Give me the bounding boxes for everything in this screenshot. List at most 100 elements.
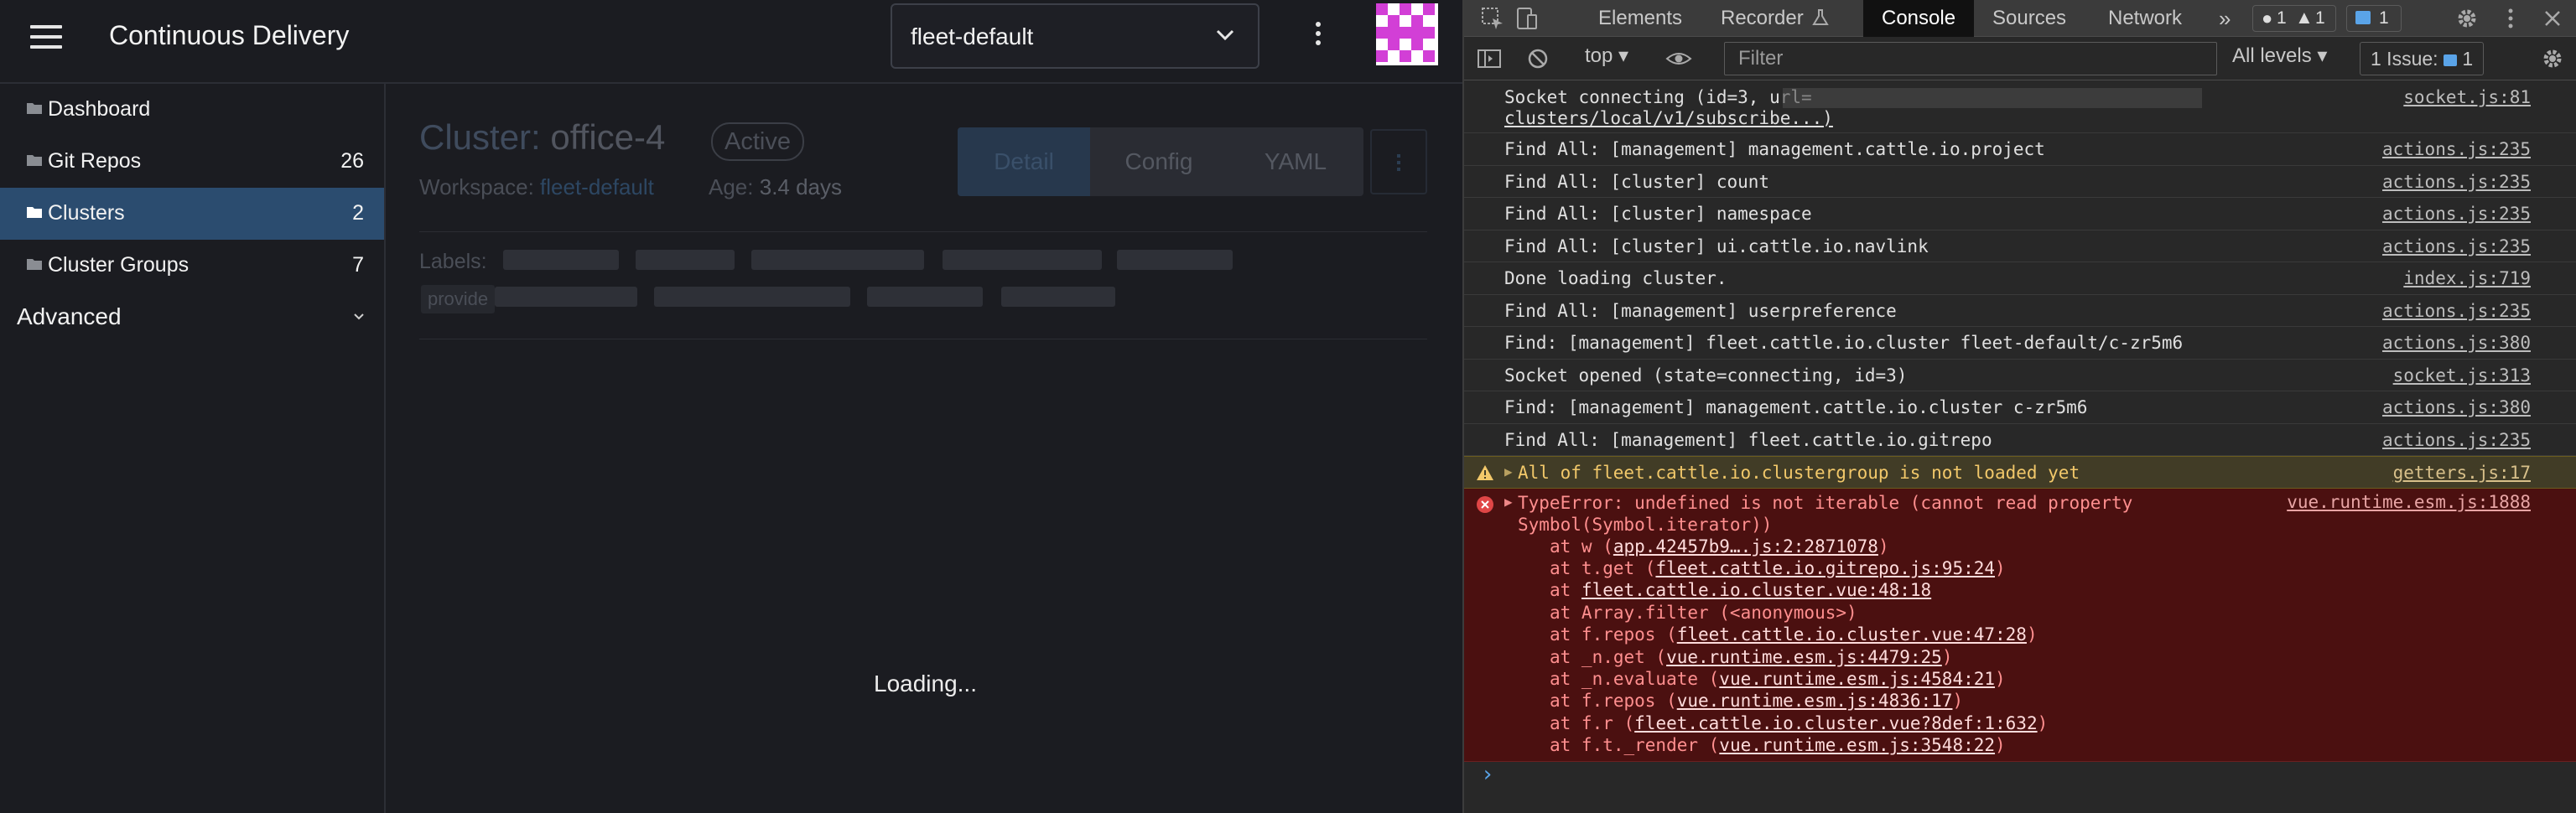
inspect-icon[interactable] <box>1479 5 1506 32</box>
tab-console[interactable]: Console <box>1863 0 1975 37</box>
filter-input[interactable]: Filter <box>1724 42 2217 75</box>
view-tabs: Detail Config YAML <box>958 127 1363 196</box>
log-source-link[interactable]: socket.js:81 <box>2403 87 2531 107</box>
log-source-link[interactable]: actions.js:235 <box>2382 236 2531 256</box>
stack-frame: at f.repos (fleet.cattle.io.cluster.vue:… <box>1550 624 2038 645</box>
tab-config[interactable]: Config <box>1090 127 1228 196</box>
log-entry-error[interactable]: ▶ TypeError: undefined is not iterable (… <box>1464 488 2576 762</box>
sidebar-item-dashboard[interactable]: Dashboard <box>0 84 384 136</box>
log-entry: Find All: [cluster] ui.cattle.io.navlink… <box>1464 230 2576 262</box>
messages-count[interactable]: 1 <box>2346 5 2402 32</box>
flask-icon <box>1812 9 1829 25</box>
device-icon[interactable] <box>1513 5 1540 32</box>
redacted-label <box>751 250 924 270</box>
log-source-link[interactable]: getters.js:17 <box>2393 463 2531 483</box>
sidebar-item-count: 2 <box>352 201 364 225</box>
settings-icon[interactable] <box>2539 45 2566 72</box>
redacted-label <box>636 250 735 270</box>
log-entry: Socket connecting (id=3, url= clusters/l… <box>1464 81 2576 133</box>
tab-recorder[interactable]: Recorder <box>1721 0 1804 37</box>
redacted-label <box>943 250 1102 270</box>
log-entry-warning[interactable]: ▶ All of fleet.cattle.io.clustergroup is… <box>1464 456 2576 489</box>
redacted-label <box>654 287 850 307</box>
sidebar-item-count: 7 <box>352 253 364 277</box>
console-counts[interactable]: ● 1 ▲ 1 <box>2252 5 2336 32</box>
age-value: 3.4 days <box>759 174 843 199</box>
sidebar-item-clusters[interactable]: Clusters 2 <box>0 188 384 240</box>
console-prompt[interactable]: › <box>1481 762 1494 787</box>
clear-icon[interactable] <box>1524 45 1551 72</box>
stack-frame: at fleet.cattle.io.cluster.vue:48:18 <box>1550 580 1932 601</box>
main-content: Cluster: office-4 Active Workspace: flee… <box>386 84 1462 813</box>
chevron-down-icon[interactable] <box>352 310 366 324</box>
workspace-link[interactable]: fleet-default <box>540 174 654 199</box>
tab-elements[interactable]: Elements <box>1598 0 1682 37</box>
issues-button[interactable]: 1 Issue: 1 <box>2360 42 2485 75</box>
tab-network[interactable]: Network <box>2108 0 2182 37</box>
avatar[interactable] <box>1376 3 1438 65</box>
log-entry: Find All: [management] management.cattle… <box>1464 133 2576 166</box>
log-entry: Find All: [management] fleet.cattle.io.g… <box>1464 424 2576 456</box>
log-levels-select[interactable]: All levels ▾ <box>2232 44 2327 68</box>
redacted-label <box>867 287 983 307</box>
stack-frame-link[interactable]: app.42457b9….js:2:2871078 <box>1613 536 1878 557</box>
stack-frame-link[interactable]: fleet.cattle.io.cluster.vue:48:18 <box>1581 580 1931 600</box>
log-source-link[interactable]: actions.js:235 <box>2382 204 2531 224</box>
hamburger-icon[interactable] <box>30 25 62 50</box>
devtools-panel: Elements Recorder Console Sources Networ… <box>1462 0 2576 813</box>
stack-frame-link[interactable]: fleet.cattle.io.gitrepo.js:95:24 <box>1655 558 1995 578</box>
actions-menu-button[interactable] <box>1370 129 1427 194</box>
log-entry: Done loading cluster. index.js:719 <box>1464 262 2576 295</box>
sidebar-item-cluster-groups[interactable]: Cluster Groups 7 <box>0 240 384 292</box>
stack-frame-link[interactable]: fleet.cattle.io.cluster.vue:47:28 <box>1677 624 2027 645</box>
close-icon[interactable] <box>2539 5 2566 32</box>
log-entry: Socket opened (state=connecting, id=3) so… <box>1464 360 2576 391</box>
app-title: Continuous Delivery <box>109 20 350 50</box>
workspace-info: Workspace: fleet-default <box>419 174 654 199</box>
folder-icon <box>27 207 42 218</box>
folder-icon <box>27 155 42 166</box>
log-message-url[interactable]: clusters/local/v1/subscribe...) <box>1504 108 1833 128</box>
kebab-icon[interactable] <box>1308 18 1328 52</box>
chevron-down-icon <box>1216 29 1234 41</box>
tab-detail[interactable]: Detail <box>958 127 1090 196</box>
age-info: Age: 3.4 days <box>709 174 843 199</box>
log-source-link[interactable]: vue.runtime.esm.js:1888 <box>2287 492 2531 512</box>
more-icon[interactable] <box>2497 5 2524 32</box>
sidebar-item-git-repos[interactable]: Git Repos 26 <box>0 136 384 188</box>
folder-icon <box>27 103 42 114</box>
sidebar-icon[interactable] <box>1476 45 1503 72</box>
log-source-link[interactable]: index.js:719 <box>2403 268 2531 288</box>
page-title: Cluster: office-4 <box>419 117 666 157</box>
sidebar-item-label: Dashboard <box>48 97 151 121</box>
status-badge: Active <box>711 122 804 161</box>
advanced-group[interactable]: Advanced <box>17 303 122 330</box>
expand-arrow-icon[interactable]: ▶ <box>1504 494 1513 510</box>
error-message: TypeError: undefined is not iterable (ca… <box>1518 492 2133 535</box>
stack-frame-link[interactable]: fleet.cattle.io.cluster.vue?8def:1:632 <box>1634 713 2037 733</box>
tab-sources[interactable]: Sources <box>1992 0 2066 37</box>
log-source-link[interactable]: socket.js:313 <box>2393 365 2531 386</box>
warning-icon <box>1477 465 1493 480</box>
more-tabs-icon[interactable]: » <box>2219 0 2231 37</box>
workspace-select[interactable]: fleet-default <box>891 3 1259 69</box>
log-source-link[interactable]: actions.js:235 <box>2382 430 2531 450</box>
log-source-link[interactable]: actions.js:235 <box>2382 139 2531 159</box>
log-source-link[interactable]: actions.js:235 <box>2382 301 2531 321</box>
stack-frame-link[interactable]: vue.runtime.esm.js:3548:22 <box>1719 735 1995 755</box>
expand-arrow-icon[interactable]: ▶ <box>1504 463 1513 479</box>
stack-frame-link[interactable]: vue.runtime.esm.js:4584:21 <box>1719 669 1995 689</box>
error-stack: at w (app.42457b9….js:2:2871078) at t.get… <box>1550 536 2048 757</box>
log-entry: Find All: [cluster] namespace actions.js:… <box>1464 198 2576 230</box>
app-header: Continuous Delivery fleet-default <box>0 0 1462 84</box>
context-select[interactable]: top ▾ <box>1585 44 1628 68</box>
tab-yaml[interactable]: YAML <box>1228 127 1363 196</box>
stack-frame-link[interactable]: vue.runtime.esm.js:4479:25 <box>1666 647 1942 667</box>
log-source-link[interactable]: actions.js:235 <box>2382 172 2531 192</box>
log-source-link[interactable]: actions.js:380 <box>2382 333 2531 353</box>
log-source-link[interactable]: actions.js:380 <box>2382 397 2531 417</box>
stack-frame-link[interactable]: vue.runtime.esm.js:4836:17 <box>1677 691 1953 711</box>
eye-icon[interactable] <box>1665 45 1692 72</box>
settings-icon[interactable] <box>2454 5 2480 32</box>
label-chip: provide <box>421 285 496 313</box>
